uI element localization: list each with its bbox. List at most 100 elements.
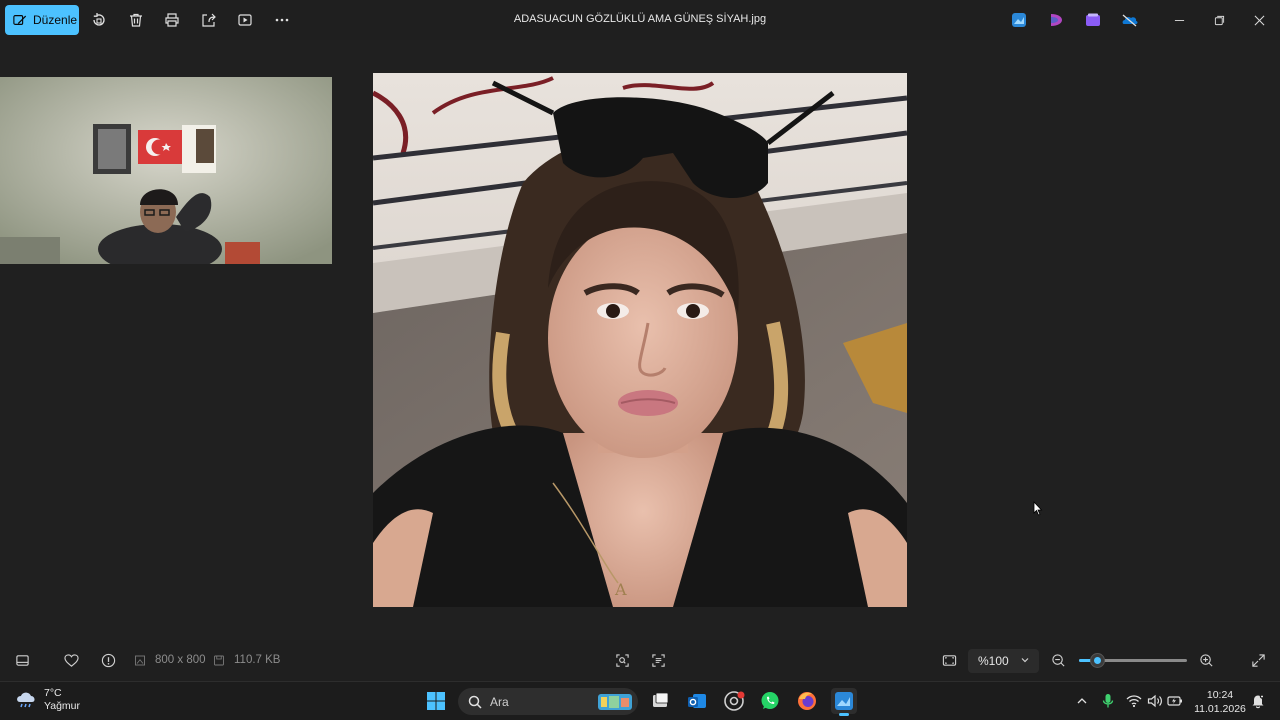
main-photo[interactable]: A [373, 73, 907, 607]
notifications-button[interactable] [1250, 693, 1266, 709]
firefox-icon [798, 692, 816, 710]
chevron-down-icon [1021, 658, 1029, 663]
zoom-level-select[interactable]: %100 [968, 649, 1039, 673]
more-icon [275, 18, 289, 22]
search-highlight-icon [598, 694, 632, 710]
whatsapp-icon [761, 692, 779, 709]
status-bar: 800 x 800 110.7 KB %100 [0, 640, 1280, 681]
photos-app-icon [835, 692, 853, 710]
task-view-icon [653, 692, 669, 707]
delete-icon [130, 13, 142, 27]
close-icon [1254, 15, 1264, 25]
zoom-out-button[interactable] [1050, 652, 1066, 668]
start-button[interactable] [423, 688, 449, 714]
image-viewer-canvas[interactable]: A [0, 40, 1280, 640]
microphone-icon [1102, 694, 1114, 708]
clipchamp-app-button[interactable] [1048, 12, 1064, 28]
image-dimensions: 800 x 800 [155, 654, 206, 666]
wifi-icon [1126, 695, 1142, 708]
slideshow-button[interactable] [235, 10, 255, 30]
scan-text-button[interactable] [650, 652, 666, 668]
volume-icon [1147, 694, 1162, 708]
battery-charging-icon [1167, 696, 1182, 706]
zoom-in-button[interactable] [1198, 652, 1214, 668]
file-info-button[interactable] [100, 652, 116, 668]
photos-app-icon [1012, 13, 1026, 27]
filmstrip-icon [15, 654, 29, 666]
outlook-app[interactable] [684, 688, 710, 714]
rotate-icon [93, 13, 105, 26]
taskbar-clock[interactable]: 10:24 11.01.2026 [1190, 688, 1250, 716]
volume-tray[interactable] [1147, 693, 1163, 709]
video-editor-app-button[interactable] [1085, 12, 1101, 28]
edit-button-label: Düzenle [33, 13, 78, 27]
fullscreen-button[interactable] [1250, 652, 1266, 668]
restore-button[interactable] [1211, 12, 1227, 28]
onedrive-status-button[interactable] [1121, 12, 1139, 28]
show-hidden-icons-button[interactable] [1074, 693, 1090, 709]
restore-icon [1214, 15, 1224, 25]
scan-text-icon [651, 653, 665, 667]
photos-app-button[interactable] [1011, 12, 1027, 28]
minimize-icon [1174, 19, 1184, 21]
chrome-app[interactable] [721, 688, 747, 714]
close-button[interactable] [1251, 12, 1267, 28]
rain-cloud-icon [17, 692, 35, 708]
wifi-tray[interactable] [1126, 693, 1142, 709]
notification-bell-icon [1252, 694, 1265, 709]
slideshow-icon [238, 14, 252, 26]
heart-icon [63, 653, 79, 667]
expand-icon [1251, 653, 1265, 667]
windows-logo-icon [427, 692, 445, 710]
edit-button[interactable]: Düzenle [5, 5, 79, 35]
more-button[interactable] [272, 10, 292, 30]
print-button[interactable] [162, 10, 182, 30]
video-editor-icon [1086, 13, 1100, 26]
clipchamp-icon [1051, 14, 1062, 26]
onedrive-offline-icon [1122, 14, 1138, 27]
mouse-cursor-icon [1033, 501, 1043, 516]
zoom-slider-thumb[interactable] [1091, 654, 1104, 667]
weather-temperature: 7°C [44, 687, 62, 699]
weather-description: Yağmur [44, 700, 80, 712]
share-icon [202, 13, 216, 27]
visual-search-icon [615, 653, 629, 667]
filesize-icon [213, 652, 225, 668]
dimensions-icon [134, 652, 146, 668]
webcam-overlay [0, 77, 332, 264]
file-size: 110.7 KB [234, 654, 281, 666]
clock-date: 11.01.2026 [1194, 703, 1246, 715]
filmstrip-button[interactable] [14, 652, 30, 668]
firefox-app[interactable] [794, 688, 820, 714]
zoom-slider[interactable] [1079, 654, 1187, 667]
favorite-button[interactable] [63, 652, 79, 668]
zoom-in-icon [1199, 653, 1213, 667]
minimize-button[interactable] [1171, 12, 1187, 28]
taskbar-search-box[interactable]: Ara [458, 688, 638, 715]
windows-taskbar: 7°C Yağmur Ara 10:24 11.01.2026 [0, 681, 1280, 720]
task-view-button[interactable] [647, 688, 673, 714]
top-toolbar: Düzenle ADASUACUN GÖZLÜKLÜ AMA GÜNEŞ SİY… [0, 0, 1280, 40]
photos-taskbar-app[interactable] [831, 688, 857, 716]
delete-button[interactable] [126, 10, 146, 30]
fit-to-window-button[interactable] [941, 652, 957, 668]
search-icon [468, 695, 482, 709]
whatsapp-app[interactable] [757, 688, 783, 714]
chevron-up-icon [1077, 698, 1087, 704]
rotate-button[interactable] [89, 10, 109, 30]
microphone-tray[interactable] [1100, 693, 1116, 709]
share-button[interactable] [199, 10, 219, 30]
zoom-out-icon [1051, 653, 1065, 667]
outlook-icon [688, 694, 706, 708]
battery-tray[interactable] [1167, 693, 1183, 709]
visual-search-button[interactable] [614, 652, 630, 668]
clock-time: 10:24 [1206, 689, 1234, 701]
chrome-icon [724, 691, 745, 711]
info-icon [101, 653, 115, 667]
svg-text:A: A [614, 580, 627, 599]
fit-window-icon [942, 654, 956, 666]
edit-image-icon [13, 15, 27, 25]
zoom-level-value: %100 [978, 654, 1009, 668]
print-icon [165, 13, 179, 27]
weather-widget[interactable]: 7°C Yağmur [15, 687, 80, 713]
